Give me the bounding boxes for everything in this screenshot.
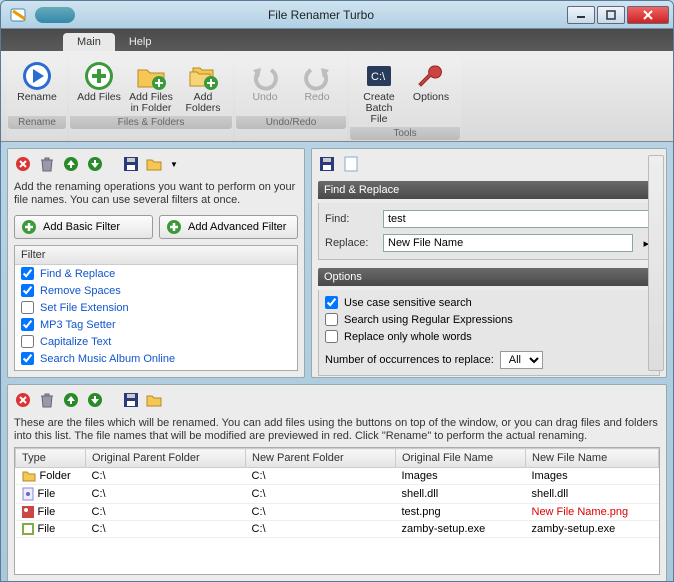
filter-label: Capitalize Text (40, 336, 111, 348)
filter-item[interactable]: Find & Replace (15, 265, 297, 282)
filter-checkbox[interactable] (21, 267, 34, 280)
tab-help[interactable]: Help (115, 33, 166, 51)
move-down-icon[interactable] (86, 155, 104, 173)
play-icon (21, 60, 53, 92)
col-ofn[interactable]: Original File Name (396, 449, 526, 468)
save-icon[interactable] (122, 155, 140, 173)
dropdown-arrow-icon[interactable]: ▼ (170, 160, 178, 169)
filter-item[interactable]: MP3 Tag Setter (15, 316, 297, 333)
col-opf[interactable]: Original Parent Folder (86, 449, 246, 468)
title-toggle[interactable] (35, 7, 75, 23)
group-rename-label: Rename (8, 116, 66, 129)
filter-item[interactable]: Search Music Album Online (15, 350, 297, 367)
table-row[interactable]: FileC:\C:\shell.dllshell.dll (16, 485, 659, 504)
wrench-icon (415, 60, 447, 92)
table-row[interactable]: FolderC:\C:\ImagesImages (16, 468, 659, 485)
col-npf[interactable]: New Parent Folder (246, 449, 396, 468)
svg-text:C:\: C:\ (371, 71, 386, 83)
group-files-label: Files & Folders (70, 116, 232, 129)
app-window: File Renamer Turbo Main Help Rename Rena… (0, 0, 674, 582)
close-button[interactable] (627, 6, 669, 24)
filter-column-header[interactable]: Filter (15, 246, 297, 265)
filters-description: Add the renaming operations you want to … (14, 181, 298, 207)
filter-checkbox[interactable] (21, 352, 34, 365)
ribbon: Rename Rename Add Files Add Files in Fol… (1, 51, 673, 142)
col-type[interactable]: Type (16, 449, 86, 468)
filter-item[interactable]: Set File Extension (15, 299, 297, 316)
options-button[interactable]: Options (406, 58, 456, 125)
maximize-button[interactable] (597, 6, 625, 24)
open-icon[interactable] (146, 391, 164, 409)
delete-icon[interactable] (38, 391, 56, 409)
filter-label: Set File Extension (40, 302, 129, 314)
filter-checkbox[interactable] (21, 301, 34, 314)
add-files-button[interactable]: Add Files (74, 58, 124, 114)
undo-icon (249, 60, 281, 92)
filter-settings-panel: Find & Replace Find: Replace: ▸ Options … (311, 148, 667, 378)
move-up-icon[interactable] (62, 391, 80, 409)
save-icon[interactable] (318, 155, 336, 173)
filter-list[interactable]: Filter Find & Replace Remove Spaces Set Fi… (14, 245, 298, 371)
move-up-icon[interactable] (62, 155, 80, 173)
create-batch-button[interactable]: C:\ Create Batch File (354, 58, 404, 125)
filter-checkbox[interactable] (21, 318, 34, 331)
new-doc-icon[interactable] (342, 155, 360, 173)
occurrences-label: Number of occurrences to replace: (325, 354, 494, 366)
files-description: These are the files which will be rename… (14, 417, 660, 443)
plus-icon (21, 219, 37, 235)
rename-button[interactable]: Rename (12, 58, 62, 114)
filter-label: Find & Replace (40, 268, 115, 280)
add-basic-filter-button[interactable]: Add Basic Filter (14, 215, 153, 239)
minimize-button[interactable] (567, 6, 595, 24)
folder-plus-icon (135, 60, 167, 92)
filter-label: Search Music Album Online (40, 353, 175, 365)
replace-label: Replace: (325, 237, 377, 249)
filter-item[interactable]: Capitalize Text (15, 333, 297, 350)
replace-input[interactable] (383, 234, 633, 252)
add-advanced-filter-button[interactable]: Add Advanced Filter (159, 215, 298, 239)
undo-button[interactable]: Undo (240, 58, 290, 114)
filter-checkbox[interactable] (21, 335, 34, 348)
options-header: Options (318, 268, 660, 286)
add-files-folder-button[interactable]: Add Files in Folder (126, 58, 176, 114)
case-sensitive-checkbox[interactable] (325, 296, 338, 309)
plus-icon (166, 219, 182, 235)
redo-icon (301, 60, 333, 92)
filter-checkbox[interactable] (21, 284, 34, 297)
filters-panel: ▼ Add the renaming operations you want t… (7, 148, 305, 378)
remove-filter-icon[interactable] (14, 155, 32, 173)
save-icon[interactable] (122, 391, 140, 409)
redo-button[interactable]: Redo (292, 58, 342, 114)
filter-label: Remove Spaces (40, 285, 121, 297)
files-table[interactable]: Type Original Parent Folder New Parent F… (15, 448, 659, 538)
col-nfn[interactable]: New File Name (526, 449, 659, 468)
table-row[interactable]: FileC:\C:\test.pngNew File Name.png (16, 504, 659, 521)
app-icon (9, 5, 29, 25)
regex-checkbox[interactable] (325, 313, 338, 326)
whole-words-checkbox[interactable] (325, 330, 338, 343)
window-title: File Renamer Turbo (75, 8, 567, 22)
find-label: Find: (325, 213, 377, 225)
title-bar[interactable]: File Renamer Turbo (1, 1, 673, 29)
group-tools-label: Tools (350, 127, 460, 140)
tab-main[interactable]: Main (63, 33, 115, 51)
open-icon[interactable] (146, 155, 164, 173)
scrollbar[interactable] (648, 155, 664, 371)
remove-file-icon[interactable] (14, 391, 32, 409)
move-down-icon[interactable] (86, 391, 104, 409)
occurrences-select[interactable]: All (500, 351, 543, 369)
folders-plus-icon (187, 60, 219, 92)
find-replace-header: Find & Replace (318, 181, 660, 199)
terminal-icon: C:\ (363, 60, 395, 92)
find-input[interactable] (383, 210, 653, 228)
delete-icon[interactable] (38, 155, 56, 173)
add-files-icon (83, 60, 115, 92)
ribbon-tabs: Main Help (1, 29, 673, 51)
files-panel: These are the files which will be rename… (7, 384, 667, 582)
group-undo-label: Undo/Redo (236, 116, 346, 129)
table-row[interactable]: FileC:\C:\zamby-setup.exezamby-setup.exe (16, 521, 659, 538)
add-folders-button[interactable]: Add Folders (178, 58, 228, 114)
filter-label: MP3 Tag Setter (40, 319, 116, 331)
filter-item[interactable]: Remove Spaces (15, 282, 297, 299)
